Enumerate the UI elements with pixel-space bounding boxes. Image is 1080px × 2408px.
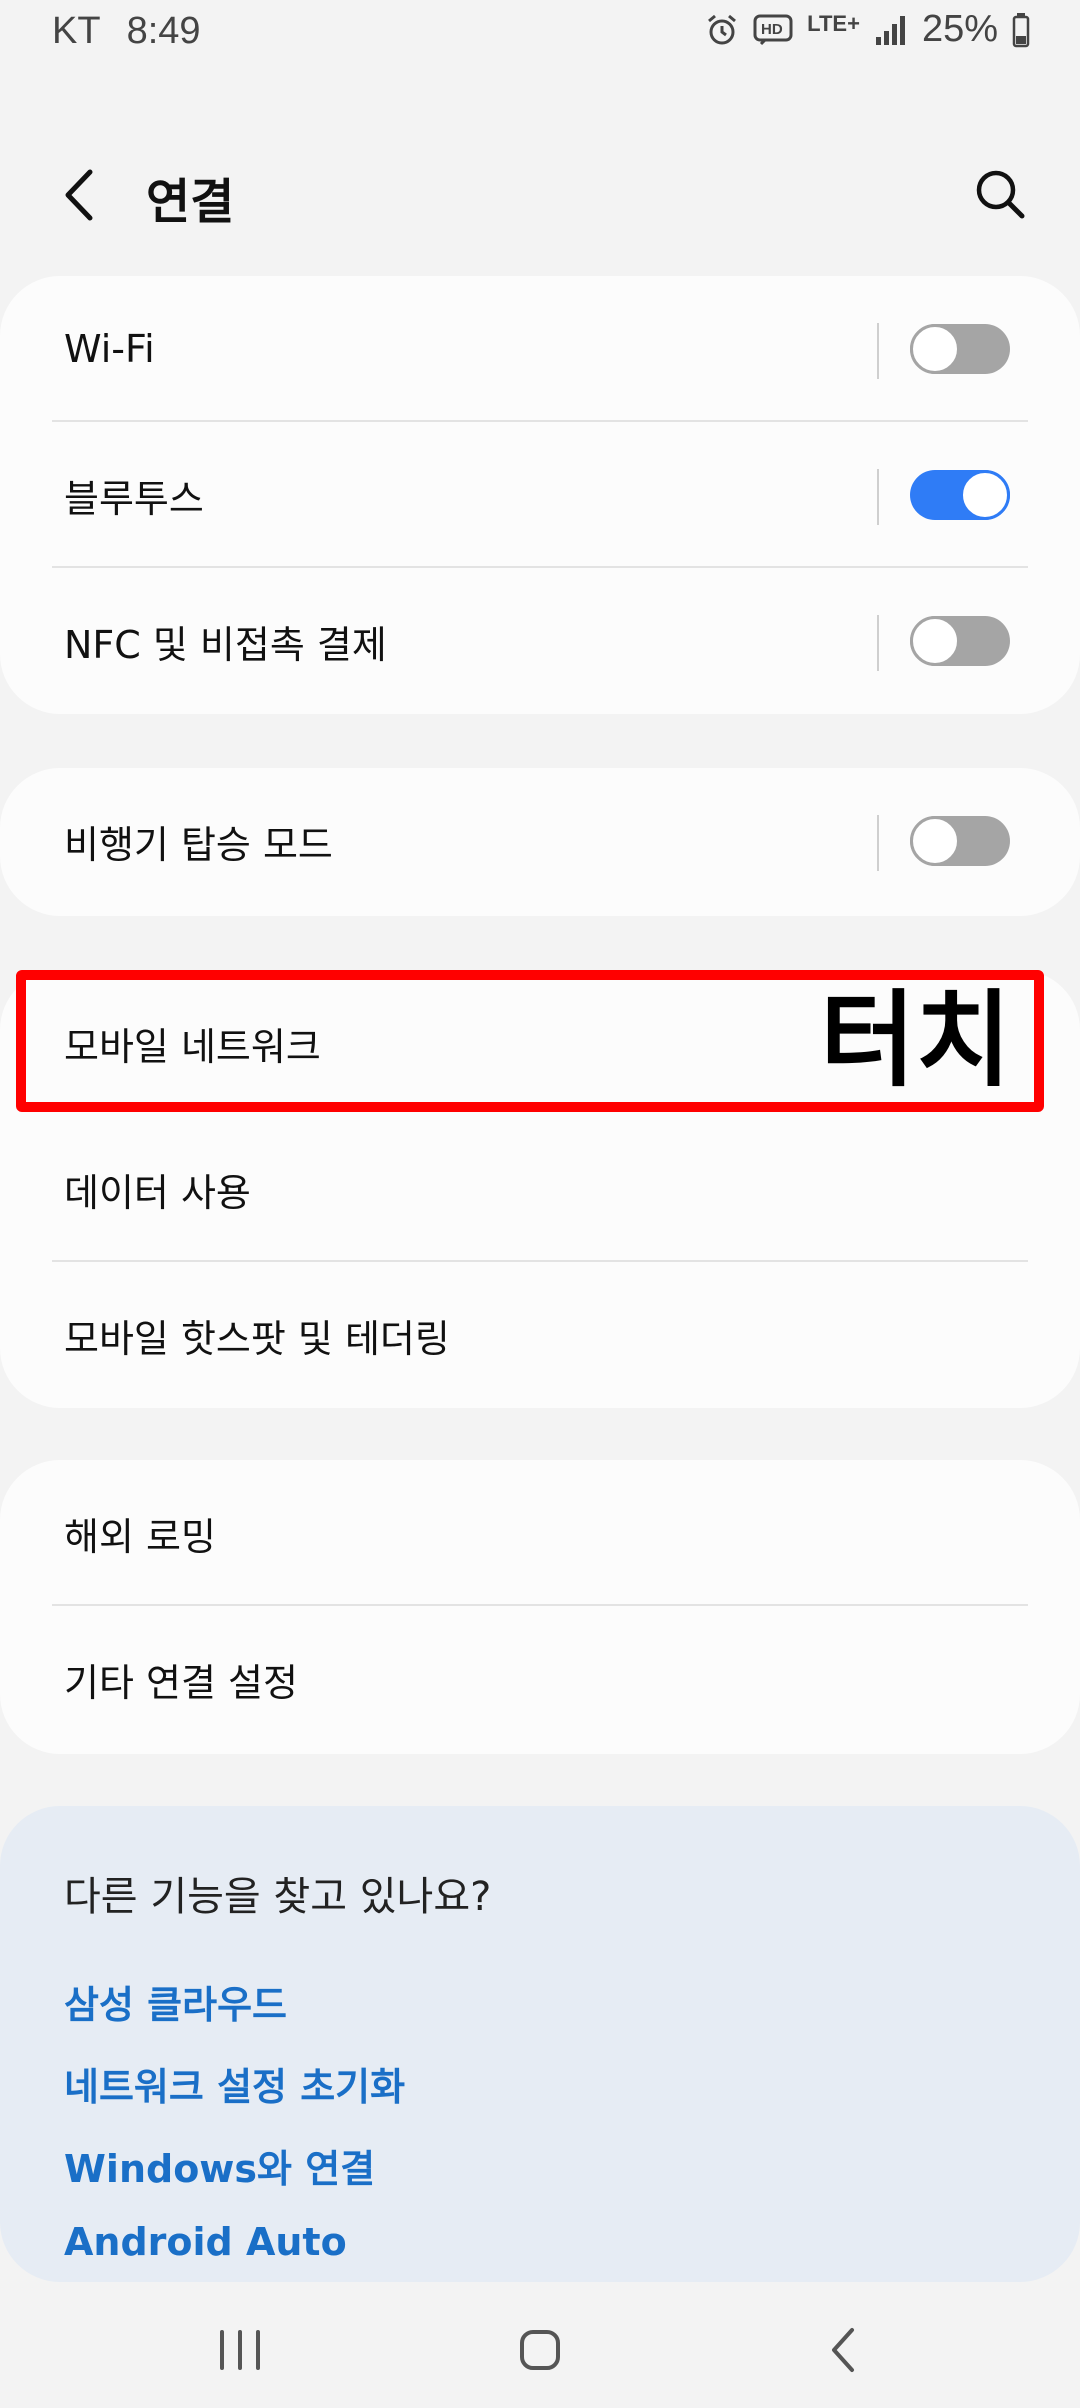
settings-row-label: 해외 로밍: [64, 1514, 216, 1559]
settings-row-more-connection[interactable]: 기타 연결 설정: [0, 1606, 1080, 1752]
settings-row-nfc[interactable]: NFC 및 비접촉 결제: [0, 568, 1080, 714]
airplane-mode-toggle[interactable]: [910, 816, 1010, 866]
home-icon: [520, 2330, 560, 2370]
page-header: 연결: [0, 150, 1080, 240]
settings-row-wifi[interactable]: Wi-Fi: [0, 276, 1080, 422]
vertical-divider: [877, 615, 879, 671]
wifi-toggle[interactable]: [910, 324, 1010, 374]
settings-row-bluetooth[interactable]: 블루투스: [0, 422, 1080, 568]
search-icon: [976, 170, 1025, 219]
suggestion-link-android-auto[interactable]: Android Auto: [64, 2220, 347, 2264]
settings-row-label: Wi-Fi: [64, 327, 155, 371]
settings-row-airplane-mode[interactable]: 비행기 탑승 모드: [0, 768, 1080, 914]
settings-row-label: 기타 연결 설정: [64, 1660, 298, 1705]
vertical-divider: [877, 815, 879, 871]
toggle-knob: [910, 816, 960, 866]
touch-annotation: 터치: [820, 979, 1012, 1101]
battery-icon: [1012, 12, 1030, 47]
network-type: LTE+: [807, 10, 860, 36]
settings-row-data-usage[interactable]: 데이터 사용: [0, 1116, 1080, 1262]
settings-row-label: 비행기 탑승 모드: [64, 822, 333, 867]
page-title: 연결: [146, 174, 235, 230]
svg-text:HD: HD: [761, 21, 783, 38]
vertical-divider: [877, 469, 879, 525]
back-nav-button[interactable]: [804, 2320, 884, 2380]
battery-percent: 25%: [921, 8, 998, 50]
settings-row-label: 모바일 핫스팟 및 테더링: [64, 1316, 450, 1361]
alarm-icon: [708, 14, 737, 44]
settings-row-hotspot[interactable]: 모바일 핫스팟 및 테더링: [0, 1262, 1080, 1408]
settings-row-roaming[interactable]: 해외 로밍: [0, 1460, 1080, 1606]
status-bar: KT 8:49 HD LTE+ 25%: [0, 0, 1080, 64]
settings-row-label: 모바일 네트워크: [64, 1024, 321, 1069]
toggle-knob: [910, 616, 960, 666]
vertical-divider: [877, 323, 879, 379]
carrier-label: KT: [52, 10, 101, 52]
suggestion-link-link-to-windows[interactable]: Windows와 연결: [64, 2138, 375, 2193]
status-left: KT 8:49: [52, 10, 201, 53]
suggestions-title: 다른 기능을 찾고 있나요?: [64, 1874, 492, 1920]
status-right: HD LTE+ 25%: [705, 8, 1030, 51]
bluetooth-toggle[interactable]: [910, 470, 1010, 520]
toggle-knob: [960, 470, 1010, 520]
chevron-left-icon: [65, 169, 93, 221]
suggestions-panel: 다른 기능을 찾고 있나요? 삼성 클라우드 네트워크 설정 초기화 Windo…: [0, 1806, 1080, 2282]
search-button[interactable]: [968, 162, 1032, 226]
toggle-knob: [910, 324, 960, 374]
back-icon: [832, 2328, 854, 2372]
recent-apps-button[interactable]: [200, 2320, 280, 2380]
navigation-bar: [0, 2290, 1080, 2408]
suggestion-link-samsung-cloud[interactable]: 삼성 클라우드: [64, 1974, 287, 2029]
nfc-toggle[interactable]: [910, 616, 1010, 666]
suggestion-link-reset-network[interactable]: 네트워크 설정 초기화: [64, 2056, 405, 2111]
other-settings-card: 해외 로밍 기타 연결 설정: [0, 1460, 1080, 1754]
settings-row-label: 블루투스: [64, 476, 204, 521]
home-button[interactable]: [500, 2320, 580, 2380]
settings-row-label: 데이터 사용: [64, 1170, 251, 1215]
clock: 8:49: [126, 10, 201, 52]
back-button[interactable]: [52, 160, 112, 230]
settings-row-label: NFC 및 비접촉 결제: [64, 622, 387, 667]
wireless-settings-card: Wi-Fi 블루투스 NFC 및 비접촉 결제: [0, 276, 1080, 714]
hd-voice-icon: HD: [753, 14, 793, 45]
recent-apps-icon: [220, 2330, 260, 2370]
airplane-mode-card: 비행기 탑승 모드: [0, 768, 1080, 916]
signal-icon: [875, 15, 905, 45]
